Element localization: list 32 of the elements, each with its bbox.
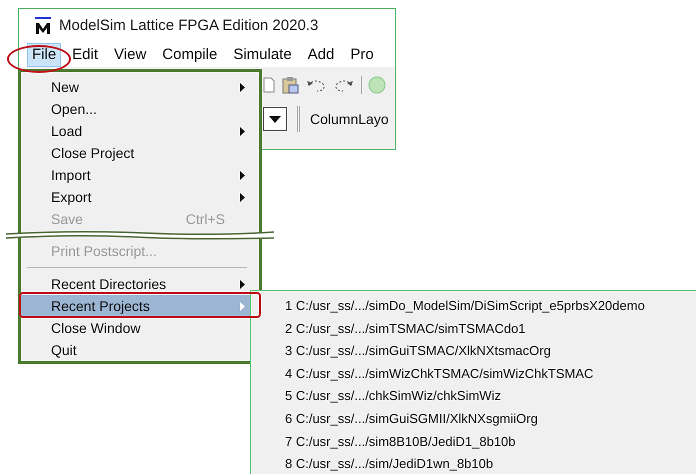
- menu-item[interactable]: Pro: [345, 42, 379, 68]
- window-title: ModelSim Lattice FPGA Edition 2020.3: [59, 16, 318, 36]
- circle-icon: [368, 76, 386, 94]
- menu-item[interactable]: 3 C:/usr_ss/.../simGuiTSMAC/XlkNXtsmacOrg: [285, 340, 551, 363]
- menu-item[interactable]: Close Project: [21, 142, 253, 164]
- menu-item[interactable]: Compile: [157, 42, 222, 68]
- menu-item[interactable]: Import: [21, 164, 253, 186]
- app-logo-icon: [35, 17, 51, 35]
- caret-icon: [269, 116, 281, 122]
- menu-item[interactable]: 4 C:/usr_ss/.../simWizChkTSMAC/simWizChkTSMAC: [285, 362, 594, 386]
- menu-item[interactable]: Recent Projects: [21, 295, 253, 317]
- menu-item[interactable]: New: [21, 76, 253, 98]
- menu-item[interactable]: View: [109, 42, 152, 68]
- menu-item[interactable]: 8 C:/usr_ss/.../sim/JediD1wn_8b10b: [285, 453, 494, 474]
- menu-item[interactable]: Open...: [21, 98, 253, 120]
- menu-item[interactable]: Quit: [21, 339, 253, 361]
- menu-item[interactable]: Add: [302, 42, 340, 68]
- menu-item[interactable]: Close Window: [21, 317, 253, 339]
- menu-item[interactable]: Export: [21, 186, 253, 208]
- menu-item[interactable]: Simulate: [228, 42, 297, 68]
- menu-item[interactable]: Load: [21, 120, 253, 142]
- layout-label: ColumnLayo: [310, 110, 389, 129]
- menu-item[interactable]: 6 C:/usr_ss/.../simGuiSGMII/XlkNXsgmiiOrg: [285, 408, 538, 431]
- dropdown-button[interactable]: [263, 107, 287, 131]
- menu-item[interactable]: 5 C:/usr_ss/.../chkSimWiz/chkSimWiz: [285, 385, 501, 408]
- highlight-ellipse: [7, 45, 71, 73]
- menu-item[interactable]: Edit: [67, 42, 104, 68]
- menu-item[interactable]: Recent Directories: [21, 273, 253, 295]
- clipboard-icon: [281, 76, 299, 94]
- menu-item[interactable]: 2 C:/usr_ss/.../simTSMAC/simTSMACdo1: [285, 318, 526, 340]
- menu-item[interactable]: 7 C:/usr_ss/.../sim8B10B/JediD1_8b10b: [285, 430, 516, 454]
- menu-item[interactable]: 1 C:/usr_ss/.../simDo_ModelSim/DiSimScript_e5prbsX20demo: [285, 295, 645, 318]
